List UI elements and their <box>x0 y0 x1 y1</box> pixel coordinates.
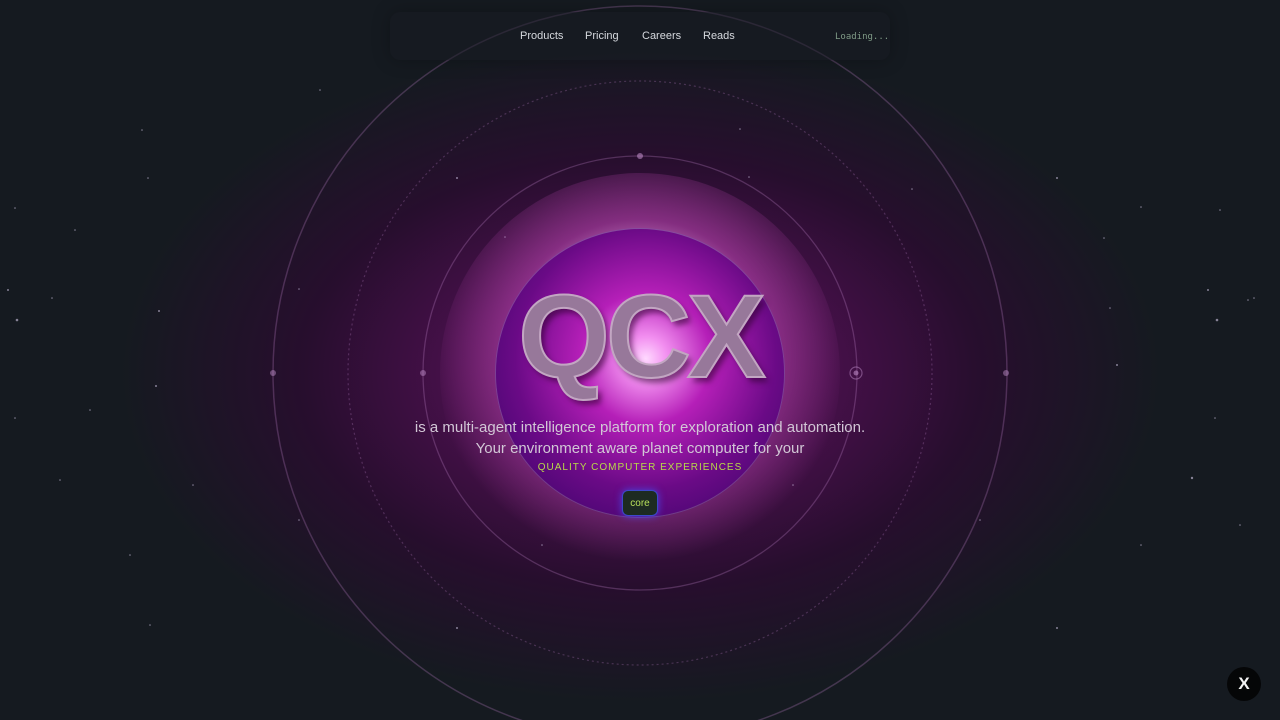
nav-products[interactable]: Products <box>520 30 563 42</box>
nav-pricing[interactable]: Pricing <box>585 30 619 42</box>
top-nav: Products Pricing Careers Reads Loading..… <box>390 12 890 60</box>
loading-status: Loading... <box>835 32 890 42</box>
nav-careers[interactable]: Careers <box>642 30 681 42</box>
nav-reads[interactable]: Reads <box>703 30 735 42</box>
hero-tagline: is a multi-agent intelligence platform f… <box>414 419 866 457</box>
page: QCX is a multi-agent intelligence platfo… <box>0 0 1280 720</box>
hero-title: QCX <box>517 271 767 403</box>
hero-subtag: QUALITY COMPUTER EXPERIENCES <box>537 462 743 473</box>
core-button[interactable]: core <box>622 490 658 516</box>
x-social-button[interactable]: X <box>1227 667 1261 701</box>
x-logo-icon: X <box>1238 674 1250 693</box>
